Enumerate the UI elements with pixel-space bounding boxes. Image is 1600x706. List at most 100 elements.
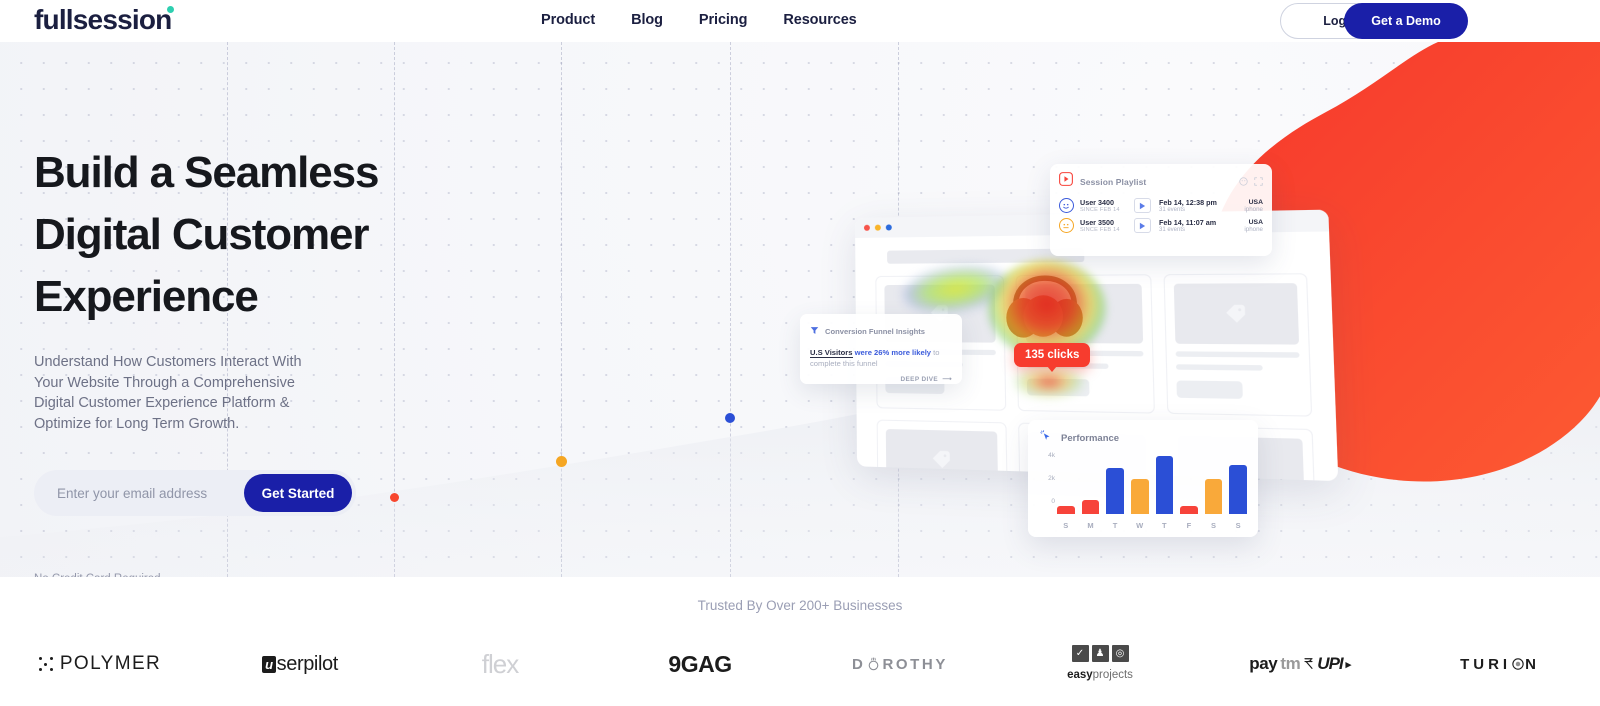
y-tick-label: 2k: [1048, 475, 1055, 482]
logo-turion-text: TURI: [1460, 655, 1512, 673]
brand-logo-text: fullsession: [34, 4, 172, 35]
mood-happy-icon: [1059, 198, 1074, 213]
logo-polymer: POLYMER: [0, 653, 200, 675]
funnel-card-title: Conversion Funnel Insights: [825, 326, 925, 336]
performance-card-title: Performance: [1061, 433, 1120, 444]
email-signup-form: Get Started: [34, 470, 356, 516]
email-input[interactable]: [34, 471, 244, 515]
session-events: 31 events: [1159, 207, 1186, 213]
session-country: USA: [1248, 198, 1263, 206]
logo-dorothy: D ROTHY: [800, 656, 1000, 673]
logo-paytm-pay: pay: [1249, 654, 1278, 673]
hero-subheading: Understand How Customers Interact With Y…: [34, 354, 302, 432]
deep-dive-link[interactable]: DEEP DIVE ⟶: [810, 375, 952, 383]
logo-9gag: 9GAG: [600, 651, 800, 678]
session-user-since: SINCE FEB 14: [1080, 207, 1120, 213]
session-user: User 3500 SINCE FEB 14: [1080, 218, 1134, 233]
chart-bars: [1057, 452, 1247, 514]
no-credit-card-note: No Credit Card Required: [34, 573, 161, 577]
session-playlist-title: Session Playlist: [1080, 176, 1147, 187]
arrow-right-icon: ⟶: [940, 376, 952, 383]
chart-bar: [1130, 479, 1149, 514]
easyprojects-icons: ✓ ♟ ◎: [1067, 645, 1133, 662]
person-icon: ♟: [1091, 645, 1109, 662]
x-tick-label: T: [1112, 521, 1118, 530]
logo-turion-text-2: N: [1525, 655, 1540, 673]
hero-heading-line-1: Build a Seamless: [34, 148, 379, 197]
traffic-light-red-icon: [863, 224, 870, 231]
play-button[interactable]: [1134, 218, 1151, 233]
play-badge-icon: [1059, 172, 1073, 191]
funnel-card-header: Conversion Funnel Insights: [810, 322, 952, 340]
conversion-funnel-card: Conversion Funnel Insights U.S Visitors …: [800, 314, 962, 384]
logo-dot-icon: [167, 6, 174, 13]
page-title: Build a Seamless Digital Customer Experi…: [34, 142, 554, 328]
logo-paytm-upi: pay tm UPI ▸: [1200, 654, 1400, 674]
session-location: USA iphone: [1244, 219, 1263, 233]
mockup-product-image: [1173, 283, 1300, 345]
curve-marker-dot: [725, 413, 735, 423]
performance-bar-chart: 4k 2k 0 S M T W T F S S: [1048, 452, 1247, 530]
logo-paytm-tm: tm: [1280, 654, 1301, 673]
play-button[interactable]: [1134, 198, 1151, 213]
x-tick-label: S: [1063, 521, 1069, 530]
y-tick-label: 4k: [1048, 452, 1055, 459]
session-location: USA iphone: [1244, 199, 1263, 213]
traffic-light-yellow-icon: [874, 224, 881, 231]
session-playlist-actions: [1239, 177, 1263, 186]
curve-marker-dot: [389, 492, 399, 502]
session-time: Feb 14, 11:07 am 31 events: [1159, 218, 1225, 233]
clicks-badge: 135 clicks: [1014, 343, 1091, 372]
nav-item-blog[interactable]: Blog: [631, 12, 663, 28]
dorothy-flower-icon: [869, 656, 879, 670]
logo-dorothy-text-2: ROTHY: [882, 655, 948, 673]
trusted-caption: Trusted By Over 200+ Businesses: [697, 598, 903, 613]
traffic-light-blue-icon: [885, 224, 892, 231]
performance-card-header: Performance: [1039, 429, 1247, 448]
nav-item-resources[interactable]: Resources: [783, 12, 856, 28]
session-user-since: SINCE FEB 14: [1080, 227, 1120, 233]
x-tick-label: S: [1211, 521, 1217, 530]
deep-dive-label: DEEP DIVE: [900, 376, 939, 383]
logo-flex: flex: [400, 649, 600, 680]
nav-item-pricing[interactable]: Pricing: [699, 12, 748, 28]
funnel-blue-text: were 26% more likely: [854, 348, 932, 357]
session-playlist-card: Session Playlist User 3400 SINCE FEB 14: [1050, 164, 1272, 256]
clock-icon: ◎: [1111, 645, 1129, 662]
session-events: 31 events: [1159, 227, 1186, 233]
chart-bar: [1106, 467, 1124, 514]
get-a-demo-button[interactable]: Get a Demo: [1344, 3, 1468, 39]
customer-logo-strip: POLYMER u serpilot flex 9GAG D ROTHY ✓ ♟…: [0, 632, 1600, 696]
performance-card: Performance 4k 2k 0 S M T W T F S S: [1028, 420, 1258, 537]
session-row[interactable]: User 3500 SINCE FEB 14 Feb 14, 11:07 am …: [1059, 218, 1263, 233]
logo-turion: TURI N: [1400, 656, 1600, 673]
session-device: iphone: [1244, 225, 1263, 233]
hero-heading-line-3: Experience: [34, 272, 259, 321]
turion-ring-icon: [1512, 658, 1524, 670]
check-icon: ✓: [1071, 645, 1089, 662]
get-started-button[interactable]: Get Started: [244, 474, 352, 512]
logo-dorothy-text: D: [852, 655, 866, 673]
session-user-name: User 3500: [1080, 218, 1114, 227]
mockup-product-card: [1163, 273, 1313, 417]
userpilot-u-icon: u: [262, 655, 276, 673]
session-device: iphone: [1244, 205, 1263, 213]
chart-bar: [1204, 479, 1223, 514]
chart-bar: [1229, 465, 1247, 514]
emoji-icon: [1239, 177, 1248, 186]
chart-x-axis: SMTWTFSS: [1057, 521, 1247, 530]
logo-userpilot-text: serpilot: [276, 652, 339, 675]
nav-item-product[interactable]: Product: [541, 12, 595, 28]
session-timestamp: Feb 14, 11:07 am: [1159, 218, 1217, 227]
polymer-dots-icon: [38, 657, 53, 671]
logo-9gag-text: 9GAG: [668, 650, 732, 677]
brand-logo[interactable]: fullsession: [34, 4, 174, 36]
mockup-button: [1176, 380, 1244, 399]
session-row[interactable]: User 3400 SINCE FEB 14 Feb 14, 12:38 pm …: [1059, 198, 1263, 213]
cursor-sparkle-icon: [1039, 429, 1053, 448]
logo-easyprojects: ✓ ♟ ◎ easyprojects: [1000, 645, 1200, 683]
funnel-card-body: U.S Visitors were 26% more likely to com…: [810, 347, 952, 369]
hero-heading-line-2: Digital Customer: [34, 210, 370, 259]
session-user-name: User 3400: [1080, 198, 1114, 207]
upi-arrow-icon: ▸: [1345, 658, 1352, 671]
